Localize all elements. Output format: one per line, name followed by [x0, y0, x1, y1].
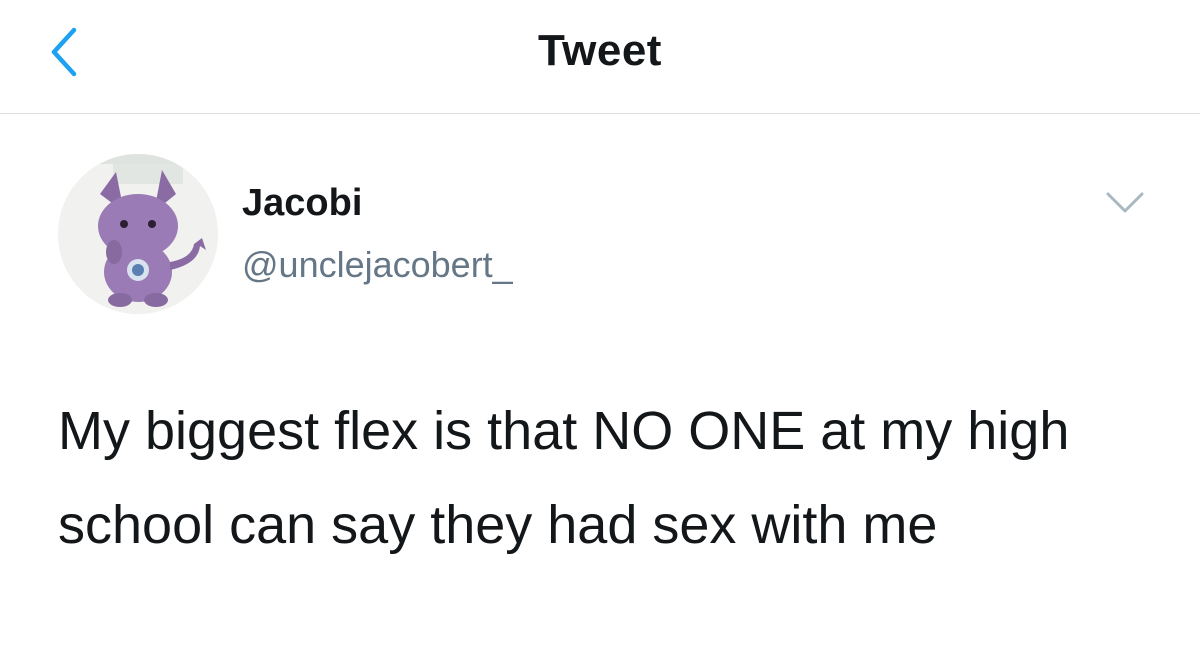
tweet-more-button[interactable]: [1102, 186, 1148, 220]
nav-bar: Tweet: [0, 0, 1200, 114]
tweet-text: My biggest flex is that NO ONE at my hig…: [58, 401, 1070, 555]
avatar[interactable]: [58, 154, 218, 314]
page-title: Tweet: [538, 26, 662, 75]
tweet-header: Jacobi @unclejacobert_: [0, 114, 1200, 344]
avatar-image: [58, 154, 218, 314]
author-handle[interactable]: @unclejacobert_: [242, 244, 513, 286]
author-display-name[interactable]: Jacobi: [242, 182, 362, 225]
chevron-down-icon: [1106, 192, 1144, 213]
